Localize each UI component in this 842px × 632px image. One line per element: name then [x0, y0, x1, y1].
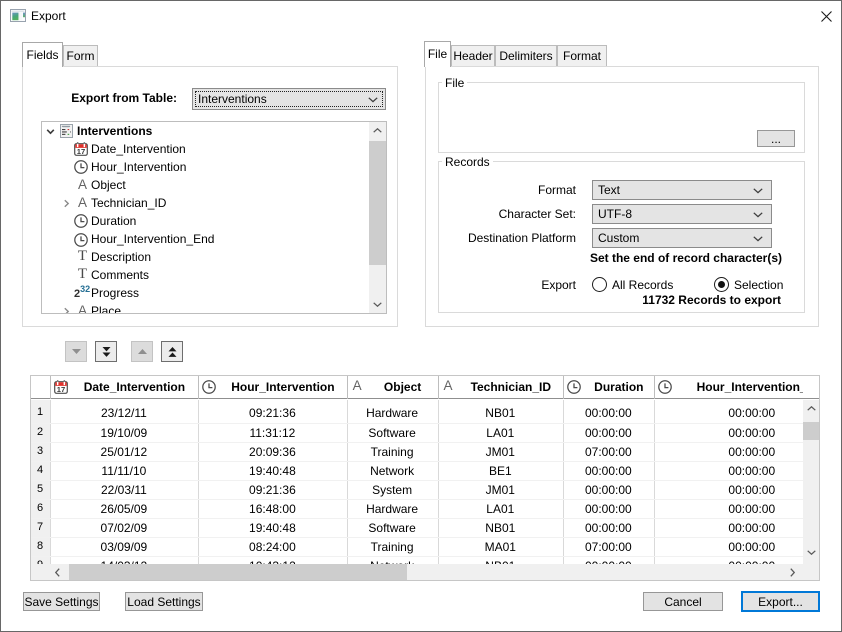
svg-text:17: 17 [77, 147, 85, 156]
svg-text:17: 17 [56, 385, 64, 394]
